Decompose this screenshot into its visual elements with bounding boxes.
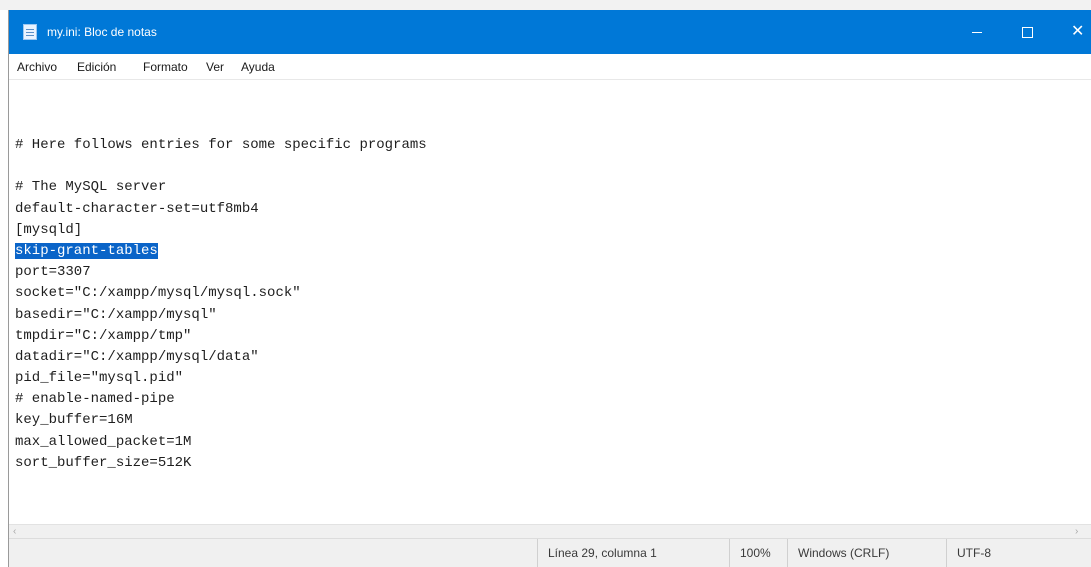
status-bar: Línea 29, columna 1 100% Windows (CRLF) …: [9, 538, 1091, 567]
menu-bar: Archivo Edición Formato Ver Ayuda: [9, 54, 1091, 80]
line-text: max_allowed_packet=1M: [15, 433, 192, 450]
maximize-icon: [1022, 27, 1033, 38]
status-zoom: 100%: [729, 539, 787, 567]
title-bar[interactable]: my.ini: Bloc de notas ✕: [9, 10, 1091, 54]
scroll-left-icon[interactable]: ‹: [13, 525, 16, 538]
line-text: tmpdir="C:/xampp/tmp": [15, 327, 192, 344]
close-icon: ✕: [1071, 23, 1085, 40]
text-line[interactable]: max_allowed_packet=1M: [15, 432, 427, 453]
desktop-top-strip: [0, 0, 1091, 10]
text-line[interactable]: basedir="C:/xampp/mysql": [15, 305, 427, 326]
line-text: port=3307: [15, 264, 91, 281]
status-cursor-position: Línea 29, columna 1: [537, 539, 729, 567]
scroll-right-icon[interactable]: ›: [1075, 525, 1078, 538]
text-line[interactable]: default-character-set=utf8mb4: [15, 199, 427, 220]
line-text: pid_file="mysql.pid": [15, 370, 184, 387]
text-line[interactable]: [15, 156, 427, 177]
notepad-icon: [23, 24, 37, 40]
text-line[interactable]: key_buffer=16M: [15, 410, 427, 431]
text-line[interactable]: socket="C:/xampp/mysql/mysql.sock": [15, 283, 427, 304]
menu-formato[interactable]: Formato: [143, 60, 188, 74]
close-button[interactable]: ✕: [1071, 10, 1091, 54]
line-text: # The MySQL server: [15, 179, 167, 196]
text-line[interactable]: # The MySQL server: [15, 177, 427, 198]
text-line[interactable]: pid_file="mysql.pid": [15, 368, 427, 389]
menu-ayuda[interactable]: Ayuda: [241, 60, 275, 74]
minimize-button[interactable]: [954, 10, 1000, 54]
line-text: basedir="C:/xampp/mysql": [15, 306, 217, 323]
status-encoding: UTF-8: [946, 539, 1091, 567]
minimize-icon: [972, 32, 982, 33]
line-text: sort_buffer_size=512K: [15, 454, 192, 471]
horizontal-scrollbar[interactable]: ‹ ›: [9, 524, 1091, 538]
line-text: default-character-set=utf8mb4: [15, 200, 259, 217]
line-text: socket="C:/xampp/mysql/mysql.sock": [15, 285, 301, 302]
selected-text-line[interactable]: skip-grant-tables: [15, 241, 427, 262]
editor-text[interactable]: # Here follows entries for some specific…: [15, 135, 427, 474]
window-title: my.ini: Bloc de notas: [47, 25, 157, 39]
text-editor-area[interactable]: # Here follows entries for some specific…: [9, 80, 1091, 530]
line-text: key_buffer=16M: [15, 412, 133, 429]
menu-edicion[interactable]: Edición: [77, 60, 116, 74]
text-line[interactable]: port=3307: [15, 262, 427, 283]
line-text: [mysqld]: [15, 221, 83, 238]
text-line[interactable]: datadir="C:/xampp/mysql/data": [15, 347, 427, 368]
text-line[interactable]: tmpdir="C:/xampp/tmp": [15, 326, 427, 347]
menu-archivo[interactable]: Archivo: [17, 60, 57, 74]
line-text: # Here follows entries for some specific…: [15, 137, 427, 153]
line-text: datadir="C:/xampp/mysql/data": [15, 348, 259, 365]
menu-ver[interactable]: Ver: [206, 60, 224, 74]
notepad-window: my.ini: Bloc de notas ✕ Archivo Edición …: [8, 10, 1091, 567]
line-text: skip-grant-tables: [15, 242, 158, 259]
text-line[interactable]: # Here follows entries for some specific…: [15, 135, 427, 156]
text-line[interactable]: sort_buffer_size=512K: [15, 453, 427, 474]
maximize-button[interactable]: [1004, 10, 1050, 54]
text-line[interactable]: [mysqld]: [15, 220, 427, 241]
line-text: # enable-named-pipe: [15, 391, 175, 408]
status-line-ending: Windows (CRLF): [787, 539, 946, 567]
text-line[interactable]: # enable-named-pipe: [15, 389, 427, 410]
